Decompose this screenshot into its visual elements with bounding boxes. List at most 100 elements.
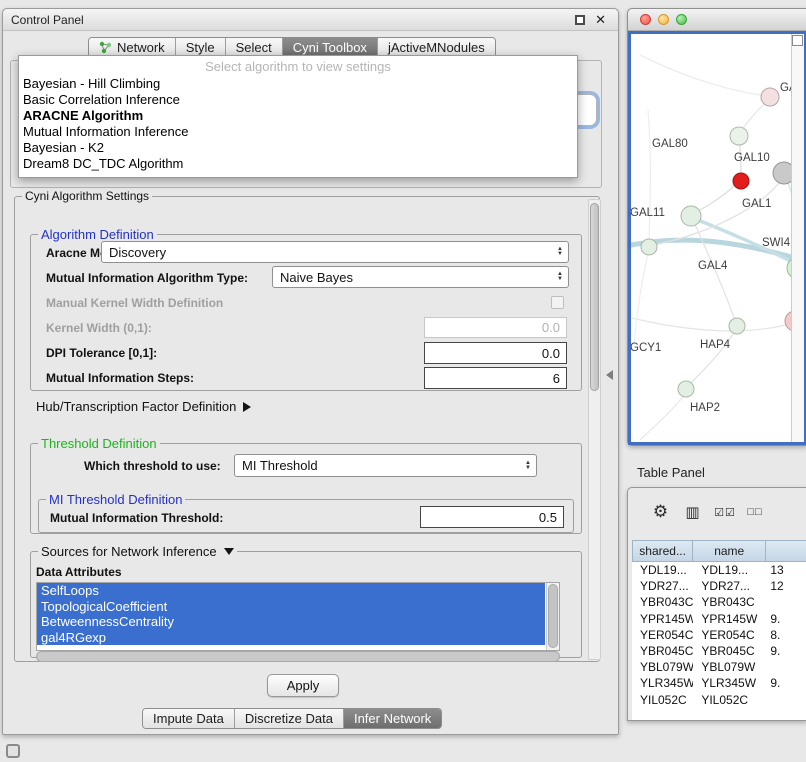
table-header-cell[interactable]: name [693,540,766,562]
table-row[interactable]: YDL19...YDL19...13 [632,562,806,578]
network-node[interactable] [730,127,748,145]
network-node-label: GAL10 [734,152,770,164]
mi-algorithm-type-select[interactable]: Naive Bayes ▲▼ [272,266,569,288]
data-attributes-items: SelfLoopsTopologicalCoefficientBetweenne… [37,583,559,645]
float-window-icon[interactable] [575,15,585,25]
network-edge [634,248,649,345]
network-node-label: GAL1 [742,198,771,210]
algorithm-definition-title: Algorithm Definition [38,227,157,242]
mi-threshold-input[interactable]: 0.5 [420,506,564,528]
table-header-cell[interactable] [766,540,806,562]
settings-vertical-scrollbar[interactable] [588,199,601,660]
which-threshold-select[interactable]: MI Threshold ▲▼ [234,454,537,477]
sources-group-toggle[interactable]: Sources for Network Inference [38,544,237,559]
zoom-traffic-light-icon[interactable] [676,14,687,25]
algorithm-dropdown-popup: Select algorithm to view settings Bayesi… [18,55,578,178]
settings-scrollbar-thumb[interactable] [590,203,599,391]
network-node-label: HAP4 [700,339,731,351]
dpi-tolerance-value: 0.0 [542,346,560,361]
tab-impute-data[interactable]: Impute Data [143,709,234,728]
tab-label: Discretize Data [245,711,333,726]
bottom-tab-bar: Impute Data Discretize Data Infer Network [142,708,442,729]
gear-icon[interactable]: ⚙ [648,500,674,524]
tab-discretize-data[interactable]: Discretize Data [234,709,343,728]
table-row[interactable]: YLR345WYLR345W9. [632,675,806,691]
attributes-scrollbar-thumb[interactable] [548,584,558,648]
minimized-panel-icon[interactable] [6,744,20,758]
panel-splitter-collapse-icon[interactable] [606,370,613,380]
network-edge [648,110,650,244]
algorithm-dropdown-list: Bayesian - Hill ClimbingBasic Correlatio… [19,76,577,172]
attributes-horizontal-scrollbar[interactable] [36,651,560,662]
hub-definition-label: Hub/Transcription Factor Definition [36,399,236,414]
attribute-item-gal4rgexp[interactable]: gal4RGexp [37,630,545,646]
attribute-item-selfloops[interactable]: SelfLoops [37,583,545,599]
attributes-hscrollbar-thumb[interactable] [36,651,560,662]
table-row[interactable]: YIL052CYIL052C [632,692,806,708]
select-rows-icon[interactable]: ☑☑ [712,500,738,524]
table-cell: 13 [766,563,806,577]
manual-kernel-checkbox[interactable] [551,296,564,309]
deselect-rows-icon[interactable]: □□ [742,500,768,524]
table-cell: YBR045C [693,644,766,658]
network-node[interactable] [678,381,694,397]
apply-button[interactable]: Apply [267,674,339,697]
network-edge [687,328,736,387]
dpi-tolerance-label: DPI Tolerance [0,1]: [46,346,157,360]
algorithm-option-bayesian-k2[interactable]: Bayesian - K2 [19,140,577,156]
attributes-scrollbar[interactable] [546,583,559,650]
network-node-label: GAL11 [631,207,665,219]
panel-title: Control Panel [11,13,84,27]
algorithm-option-aracne-algorithm[interactable]: ARACNE Algorithm [19,108,577,124]
spinner-arrows-icon: ▲▼ [525,461,531,471]
network-edge [632,318,793,331]
algorithm-option-bayesian-hill-climbing[interactable]: Bayesian - Hill Climbing [19,76,577,92]
minimize-traffic-light-icon[interactable] [658,14,669,25]
table-cell: YPR145W [693,612,766,626]
table-row[interactable]: YBR043CYBR043C [632,594,806,610]
algorithm-option-dream8-dc-tdc-algorithm[interactable]: Dream8 DC_TDC Algorithm [19,156,577,172]
table-cell: 9. [766,612,806,626]
kernel-width-input[interactable]: 0.0 [424,317,567,338]
table-cell: YDR27... [693,579,766,593]
table-row[interactable]: YBR045CYBR045C9. [632,643,806,659]
attribute-item-topologicalcoefficient[interactable]: TopologicalCoefficient [37,599,545,615]
table-cell: YPR145W [632,612,693,626]
dpi-tolerance-input[interactable]: 0.0 [424,342,567,364]
table-row[interactable]: YER054CYER054C8. [632,627,806,643]
tab-infer-network[interactable]: Infer Network [343,709,441,728]
attribute-item-betweennesscentrality[interactable]: BetweennessCentrality [37,614,545,630]
aracne-mode-select[interactable]: Discovery ▲▼ [101,241,569,263]
algorithm-option-mutual-information-inference[interactable]: Mutual Information Inference [19,124,577,140]
network-node[interactable] [733,173,749,189]
table-row[interactable]: YBL079WYBL079W [632,659,806,675]
network-node[interactable] [681,206,701,226]
kernel-width-label: Kernel Width (0,1): [46,321,152,335]
table-panel-title: Table Panel [627,460,806,484]
network-node[interactable] [761,88,779,106]
mi-steps-label: Mutual Information Steps: [46,371,194,385]
network-edge [640,392,686,440]
algorithm-dropdown-placeholder[interactable]: Select algorithm to view settings [19,56,577,76]
collapsed-arrow-icon [243,402,251,412]
close-traffic-light-icon[interactable] [640,14,651,25]
birdseye-toggle-button[interactable] [792,35,803,46]
network-icon [99,41,112,54]
which-threshold-label: Which threshold to use: [84,459,221,473]
table-columns-icon[interactable]: ▥ [680,500,706,524]
hub-definition-toggle[interactable]: Hub/Transcription Factor Definition [36,399,251,414]
network-vertical-scrollbar[interactable] [791,34,804,442]
network-canvas[interactable]: GAL80GAL10GAL7GAL11GAL1SWI4GAL4GCY1HAP4H… [631,34,803,442]
network-node[interactable] [729,318,745,334]
table-header-cell[interactable]: shared... [632,540,693,562]
table-header-row: shared...name [632,540,806,562]
close-icon[interactable]: ✕ [595,12,606,28]
table-body: YDL19...YDL19...13YDR27...YDR27...12YBR0… [632,562,806,708]
algorithm-option-basic-correlation-inference[interactable]: Basic Correlation Inference [19,92,577,108]
network-canvas-container[interactable]: GAL80GAL10GAL7GAL11GAL1SWI4GAL4GCY1HAP4H… [628,31,806,445]
table-row[interactable]: YDR27...YDR27...12 [632,578,806,594]
network-node[interactable] [641,239,657,255]
tab-label: Select [236,40,272,55]
table-row[interactable]: YPR145WYPR145W9. [632,611,806,627]
mi-steps-input[interactable]: 6 [424,367,567,389]
